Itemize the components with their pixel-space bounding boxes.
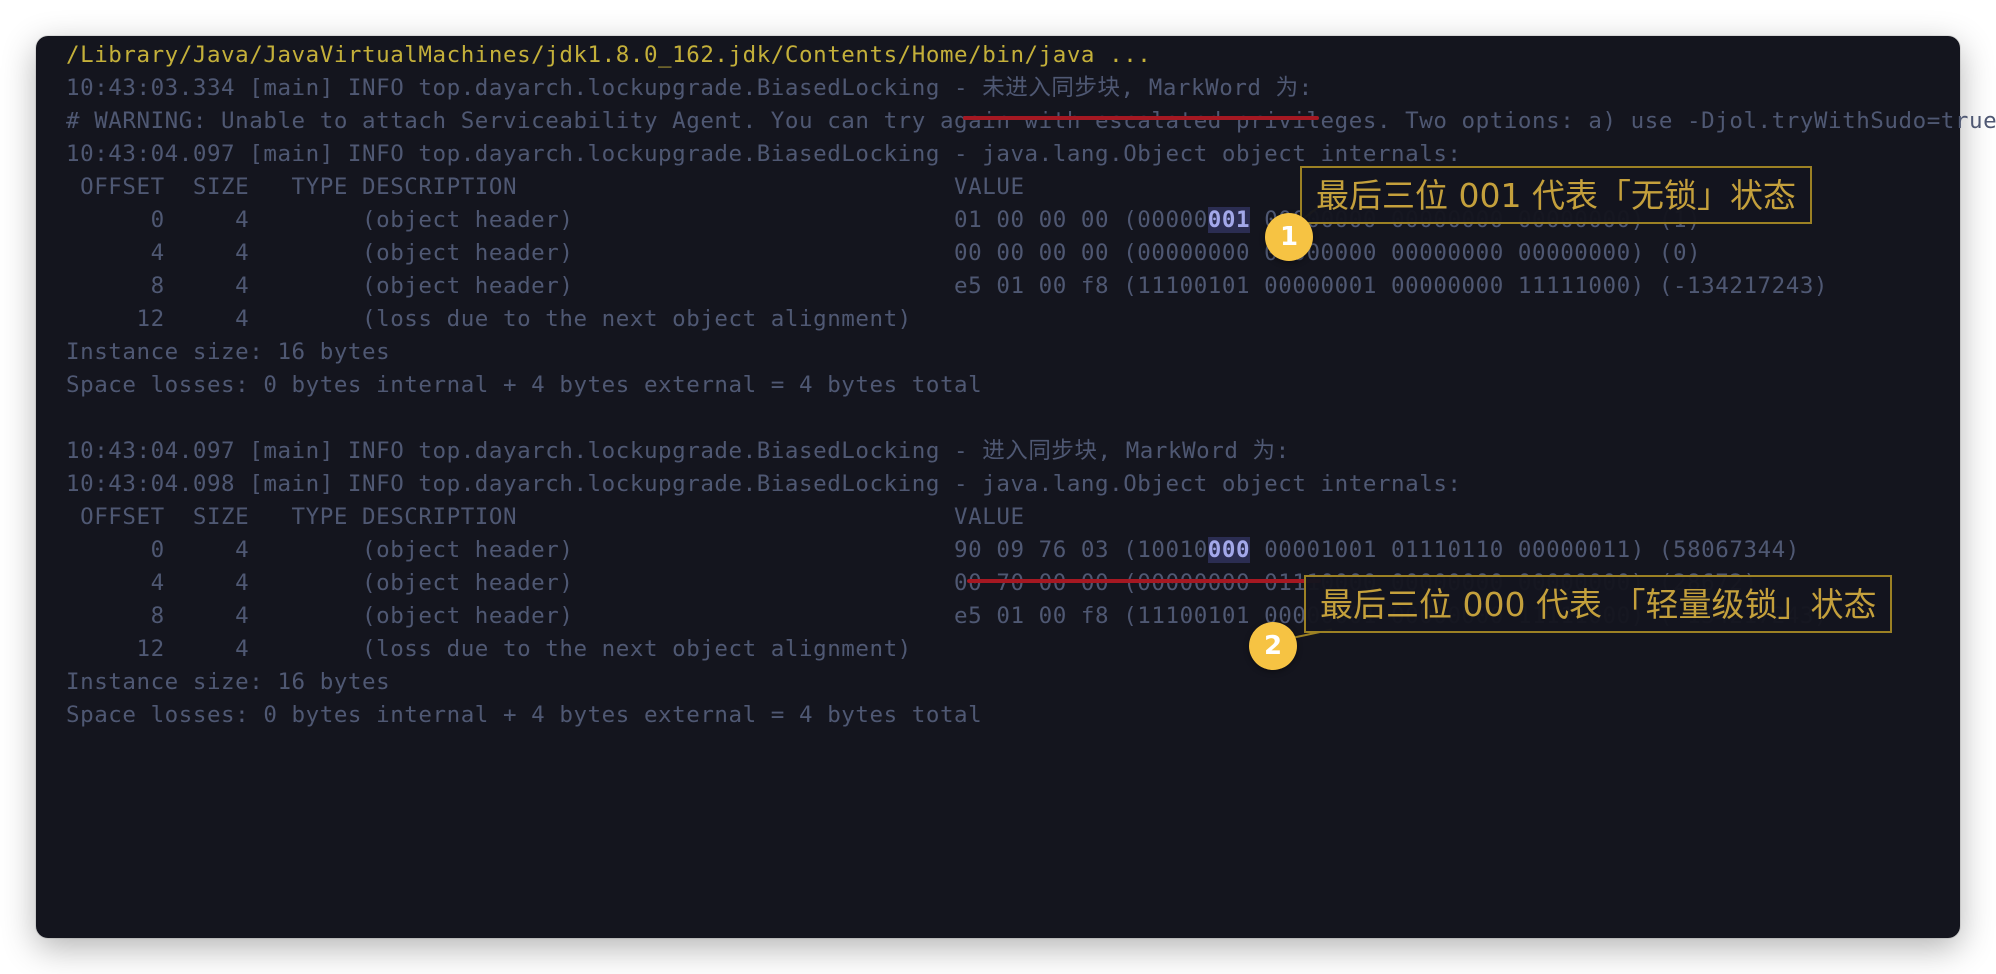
console-line-log-unsynchronized: 10:43:03.334 [main] INFO top.dayarch.loc… xyxy=(66,75,1313,101)
instance-size-line: Instance size: 16 bytes xyxy=(66,339,391,365)
markword-lock-bits: 001 xyxy=(1207,207,1251,233)
row-suffix: 00001001 01110110 00000011) (58067344) xyxy=(1250,537,1800,563)
markword-lock-bits: 000 xyxy=(1207,537,1251,563)
console-line-log-synchronized: 10:43:04.097 [main] INFO top.dayarch.loc… xyxy=(66,438,1290,464)
callout-no-lock: 最后三位 001 代表「无锁」状态 xyxy=(1300,166,1812,224)
console-line-warning: # WARNING: Unable to attach Serviceabili… xyxy=(66,108,1996,134)
annotation-underline-1 xyxy=(963,116,1319,120)
row-prefix: 0 4 (object header) 90 09 76 03 (10010 xyxy=(66,537,1208,563)
instance-size-line: Instance size: 16 bytes xyxy=(66,669,391,695)
table-row-offset-12: 12 4 (loss due to the next object alignm… xyxy=(66,306,912,332)
space-losses-line: Space losses: 0 bytes internal + 4 bytes… xyxy=(66,702,983,728)
table-header: OFFSET SIZE TYPE DESCRIPTION VALUE xyxy=(66,504,1025,530)
table-row-offset-4: 4 4 (object header) 00 00 00 00 (0000000… xyxy=(66,240,1702,266)
table-row-offset-12: 12 4 (loss due to the next object alignm… xyxy=(66,636,912,662)
row-prefix: 0 4 (object header) 01 00 00 00 (00000 xyxy=(66,207,1208,233)
space-losses-line: Space losses: 0 bytes internal + 4 bytes… xyxy=(66,372,983,398)
annotation-badge-2: 2 xyxy=(1249,622,1297,670)
console-line-log-object-internals: 10:43:04.097 [main] INFO top.dayarch.loc… xyxy=(66,141,1462,167)
callout-lightweight-lock: 最后三位 000 代表 「轻量级锁」状态 xyxy=(1304,575,1893,633)
table-row-offset-0: 0 4 (object header) 90 09 76 03 (1001000… xyxy=(66,533,1800,567)
console-line-log-object-internals: 10:43:04.098 [main] INFO top.dayarch.loc… xyxy=(66,471,1462,497)
terminal-window: /Library/Java/JavaVirtualMachines/jdk1.8… xyxy=(36,36,1996,938)
console-line-java-path: /Library/Java/JavaVirtualMachines/jdk1.8… xyxy=(66,42,1152,68)
annotation-badge-1: 1 xyxy=(1265,213,1313,261)
annotation-underline-2 xyxy=(967,579,1321,583)
table-header: OFFSET SIZE TYPE DESCRIPTION VALUE xyxy=(66,174,1025,200)
table-row-offset-8: 8 4 (object header) e5 01 00 f8 (1110010… xyxy=(66,273,1829,299)
